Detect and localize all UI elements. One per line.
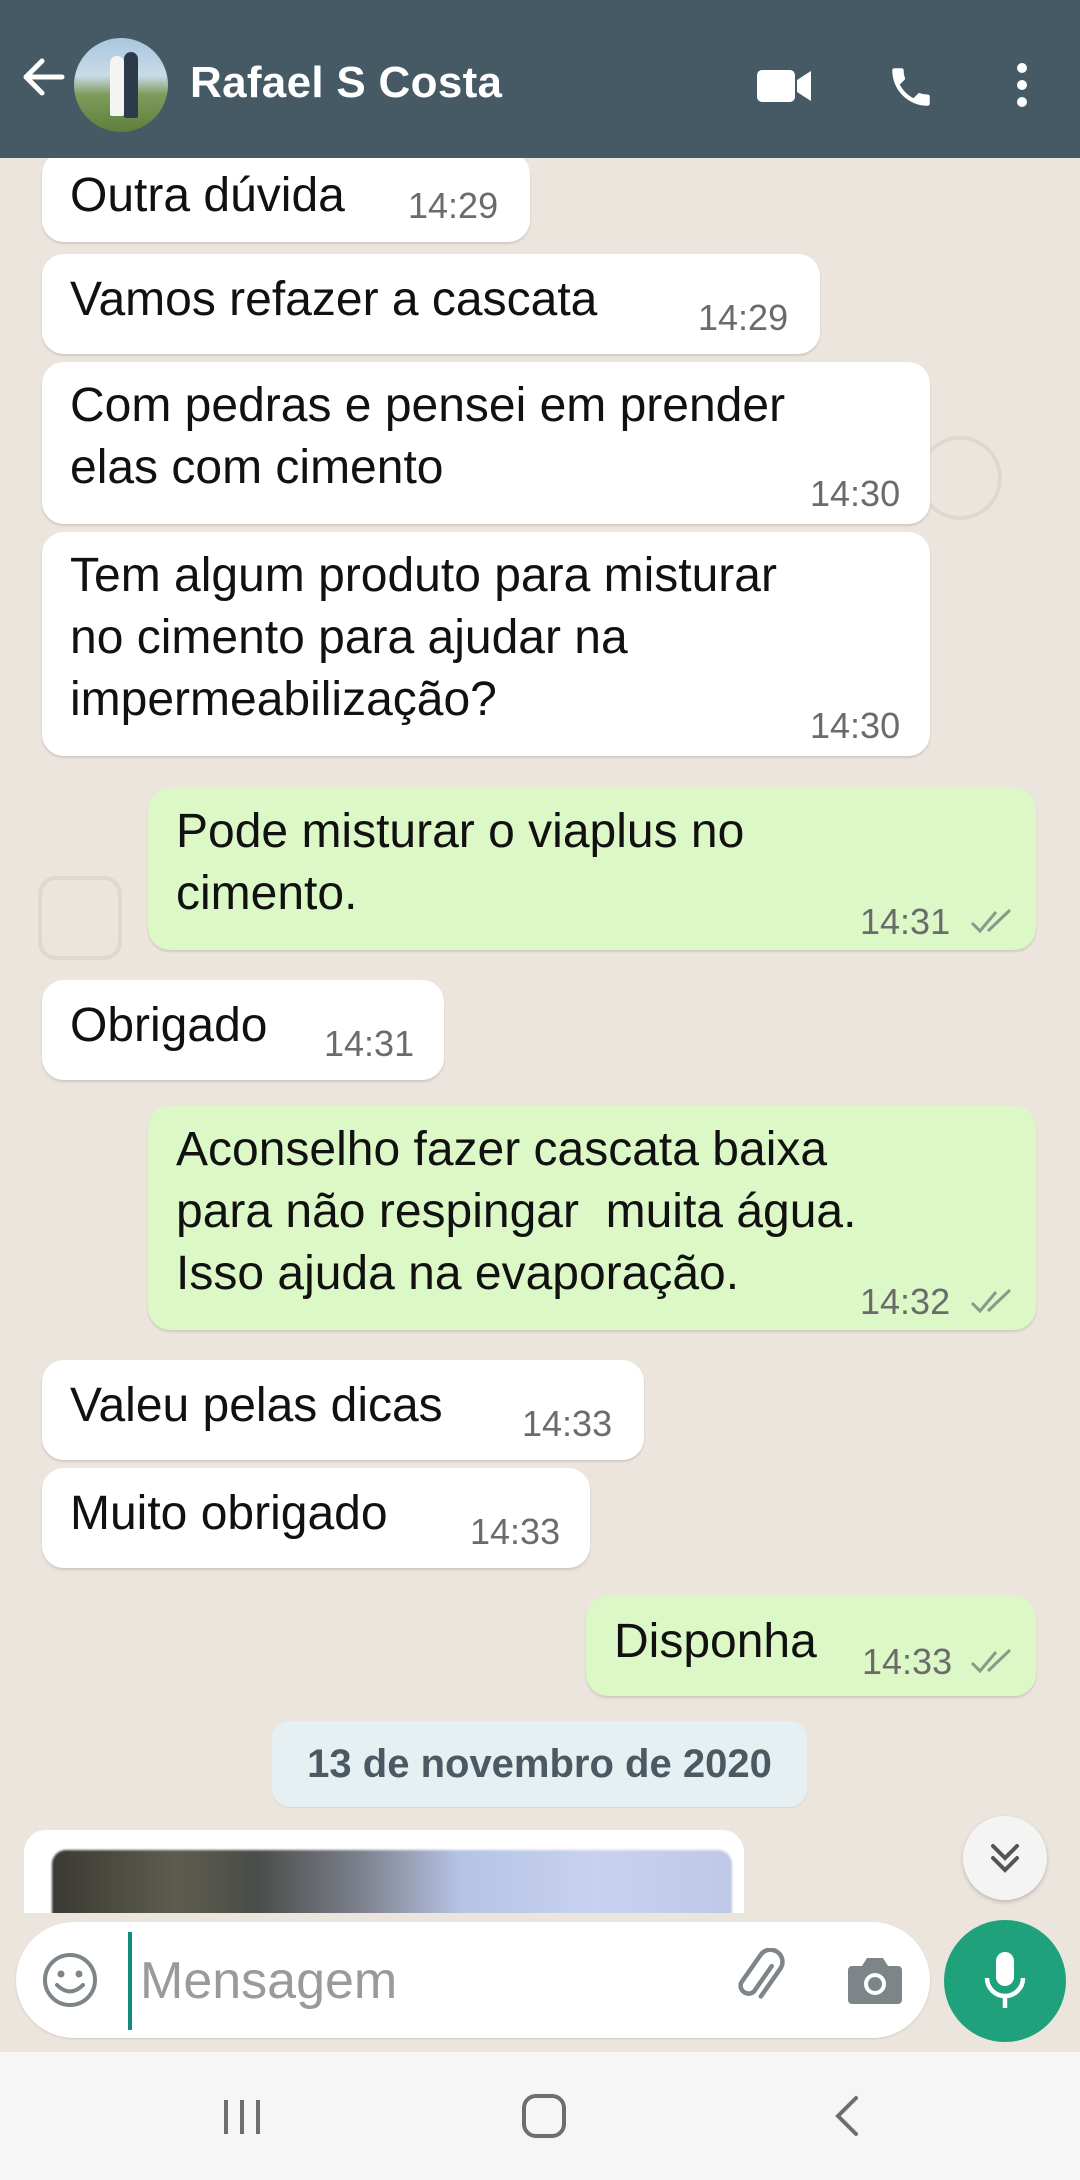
message-time: 14:33 [470,1511,561,1552]
chat-header: Rafael S Costa [0,0,1080,158]
message-time: 14:32 [860,1281,951,1322]
message-input[interactable] [128,1932,722,2030]
message-text: Isso ajuda na evaporação. [176,1247,740,1300]
message-composer [16,1922,930,2038]
media-thumbnail[interactable] [52,1850,732,1913]
message-text: Valeu pelas dicas [70,1379,443,1432]
message-text: Vamos refazer a cascata [70,273,598,326]
contact-name[interactable]: Rafael S Costa [190,58,502,108]
mic-icon [984,1952,1026,2008]
message-time: 14:29 [408,185,499,226]
message-text: Com pedras e pensei em prender [70,379,786,432]
emoji-icon[interactable] [40,1950,100,2010]
message-bubble-incoming[interactable]: Outra dúvida 14:29 [42,158,530,242]
voice-call-icon[interactable] [886,62,936,112]
message-bubble-incoming[interactable]: Tem algum produto para misturar no cimen… [42,532,930,756]
back-arrow-icon[interactable] [18,52,68,102]
system-navigation-bar [0,2052,1080,2180]
message-text: Pode misturar o viaplus no [176,805,745,858]
message-text: Outra dúvida [70,169,345,222]
chat-area[interactable]: Outra dúvida 14:29 Vamos refazer a casca… [0,158,1080,1913]
recent-apps-icon[interactable] [220,2096,264,2138]
message-time: 14:31 [324,1023,415,1064]
media-message[interactable] [24,1830,744,1913]
message-text: no cimento para ajudar na [70,611,628,664]
read-receipt-icon [970,1648,1012,1674]
read-receipt-icon [970,1288,1012,1314]
message-text: Disponha [614,1615,817,1668]
message-text: cimento. [176,867,358,920]
scroll-to-bottom-button[interactable] [963,1816,1047,1900]
message-bubble-outgoing[interactable]: Aconselho fazer cascata baixa para não r… [148,1106,1036,1330]
message-bubble-incoming[interactable]: Com pedras e pensei em prender elas com … [42,362,930,524]
message-text: impermeabilização? [70,673,497,726]
wallpaper-doodle-icon [38,876,122,960]
double-chevron-down-icon [991,1844,1019,1873]
read-receipt-icon [970,908,1012,934]
message-bubble-incoming[interactable]: Valeu pelas dicas 14:33 [42,1360,644,1460]
mic-button[interactable] [944,1920,1066,2042]
video-call-icon[interactable] [755,66,813,106]
back-icon[interactable] [830,2094,862,2138]
message-time: 14:30 [810,705,901,746]
message-time: 14:33 [522,1403,613,1444]
message-bubble-outgoing[interactable]: Disponha 14:33 [586,1596,1036,1696]
attach-icon[interactable] [730,1948,794,2012]
date-separator: 13 de novembro de 2020 [272,1721,807,1807]
more-options-icon[interactable] [1010,60,1034,110]
avatar[interactable] [74,38,168,132]
message-text: Obrigado [70,999,268,1052]
message-bubble-incoming[interactable]: Obrigado 14:31 [42,980,444,1080]
message-text: para não respingar muita água. [176,1185,857,1238]
message-time: 14:30 [810,473,901,514]
message-time: 14:33 [862,1641,953,1682]
message-time: 14:31 [860,901,951,942]
message-text: Tem algum produto para misturar [70,549,777,602]
message-bubble-incoming[interactable]: Vamos refazer a cascata 14:29 [42,254,820,354]
message-text: Aconselho fazer cascata baixa [176,1123,828,1176]
message-bubble-incoming[interactable]: Muito obrigado 14:33 [42,1468,590,1568]
camera-icon[interactable] [846,1952,904,2008]
message-time: 14:29 [698,297,789,338]
home-icon[interactable] [520,2092,568,2140]
message-text: Muito obrigado [70,1487,388,1540]
message-text: elas com cimento [70,441,444,494]
message-bubble-outgoing[interactable]: Pode misturar o viaplus no cimento. 14:3… [148,788,1036,950]
